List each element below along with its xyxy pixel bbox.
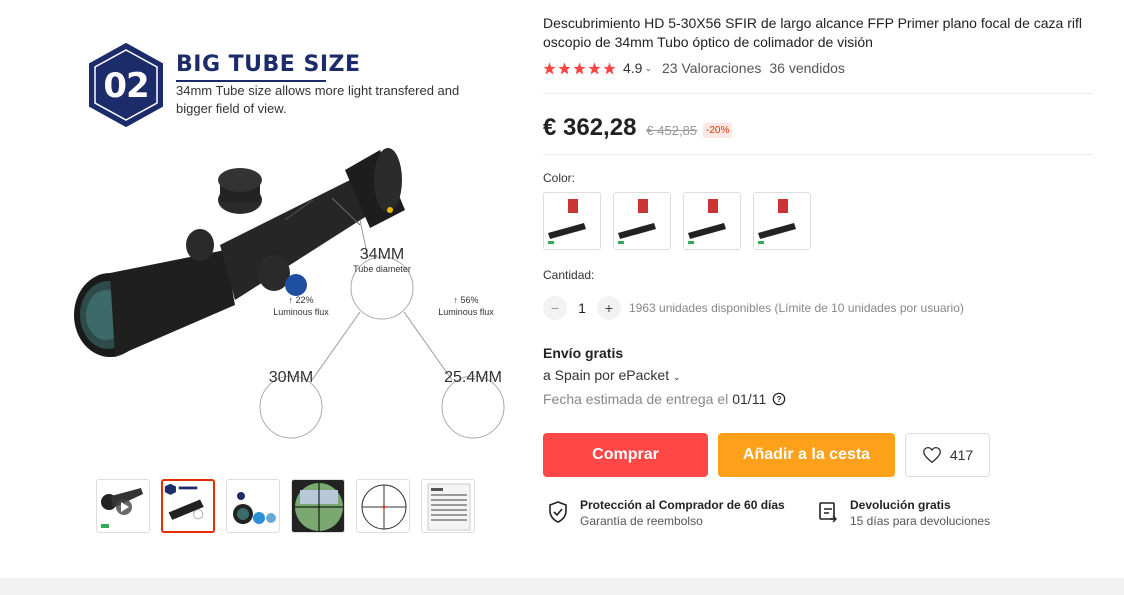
free-returns: Devolución gratis 15 días para devolucio… bbox=[816, 498, 990, 529]
protection-title: Protección al Comprador de 60 días bbox=[580, 498, 785, 512]
arrow-up-icon: ↑ bbox=[453, 295, 458, 305]
color-option[interactable] bbox=[683, 192, 741, 250]
star-icon bbox=[588, 62, 601, 74]
page-footer-band bbox=[0, 578, 1124, 595]
quantity-input[interactable]: 1 bbox=[567, 300, 597, 316]
return-box-icon bbox=[819, 502, 837, 523]
star-icon bbox=[603, 62, 616, 74]
product-info: Descubrimiento HD 5-30X56 SFIR de largo … bbox=[543, 14, 1103, 528]
delivery-date: 01/11 bbox=[732, 391, 767, 407]
original-price: € 452,85 bbox=[646, 123, 698, 138]
return-title: Devolución gratis bbox=[850, 498, 951, 512]
color-option[interactable] bbox=[543, 192, 601, 250]
divider bbox=[543, 154, 1093, 155]
quantity-label: Cantidad: bbox=[543, 268, 595, 282]
svg-text:?: ? bbox=[777, 395, 782, 404]
product-gallery: 02 BIG TUBE SIZE 34mm Tube size allows m… bbox=[50, 30, 510, 470]
color-option[interactable] bbox=[613, 192, 671, 250]
flux-right-caption: Luminous flux bbox=[438, 307, 494, 317]
main-product-image[interactable]: 02 BIG TUBE SIZE 34mm Tube size allows m… bbox=[50, 30, 510, 470]
color-label: Color: bbox=[543, 171, 576, 185]
divider bbox=[543, 93, 1093, 94]
thumbnail-optical[interactable] bbox=[226, 479, 280, 533]
delivery-label: Fecha estimada de entrega el bbox=[543, 391, 729, 407]
rating-row: 4.9 ⌄ 23 Valoraciones 36 vendidos bbox=[543, 60, 1103, 76]
tube-diameter-value: 34MM bbox=[359, 246, 405, 263]
flux-right: ↑ 56% Luminous flux bbox=[433, 294, 499, 318]
arrow-up-icon: ↑ bbox=[288, 295, 293, 305]
discount-badge: -20% bbox=[703, 123, 733, 138]
wishlist-button[interactable]: 417 bbox=[905, 433, 990, 477]
tube-diameter-label: 34MM Tube diameter bbox=[349, 246, 415, 274]
tube-diameter-caption: Tube diameter bbox=[353, 264, 411, 274]
reviews-link[interactable]: 23 Valoraciones bbox=[662, 60, 761, 76]
buy-now-button[interactable]: Comprar bbox=[543, 433, 708, 477]
stock-info: 1963 unidades disponibles (Límite de 10 … bbox=[629, 301, 964, 315]
shield-check-icon bbox=[549, 501, 567, 523]
return-subtitle: 15 días para devoluciones bbox=[850, 514, 991, 528]
promo-title: BIG TUBE SIZE bbox=[176, 52, 361, 77]
delivery-estimate: Fecha estimada de entrega el 01/11 ? bbox=[543, 391, 786, 407]
thumbnail-reticle[interactable] bbox=[356, 479, 410, 533]
thumbnail-spec-sheet[interactable] bbox=[421, 479, 475, 533]
chevron-down-icon: ⌄ bbox=[672, 372, 681, 382]
add-to-cart-button[interactable]: Añadir a la cesta bbox=[718, 433, 895, 477]
protection-subtitle: Garantía de reembolso bbox=[580, 514, 703, 528]
size-25mm-label: 25.4MM bbox=[444, 369, 502, 386]
decrease-button[interactable]: − bbox=[543, 296, 567, 320]
wishlist-count: 417 bbox=[949, 447, 974, 463]
rifle-scope-illustration bbox=[74, 148, 505, 439]
thumbnail-strip bbox=[96, 479, 475, 533]
heart-icon bbox=[922, 446, 941, 464]
flux-left-pct: 22% bbox=[295, 295, 314, 305]
quantity-stepper: − 1 + 1963 unidades disponibles (Límite … bbox=[543, 296, 964, 320]
thumbnail-video[interactable] bbox=[96, 479, 150, 533]
chevron-down-icon[interactable]: ⌄ bbox=[644, 63, 652, 74]
color-option[interactable] bbox=[753, 192, 811, 250]
flux-right-pct: 56% bbox=[460, 295, 479, 305]
flux-left: ↑ 22% Luminous flux bbox=[268, 294, 334, 318]
thumbnail-big-tube[interactable] bbox=[161, 479, 215, 533]
star-icon bbox=[558, 62, 571, 74]
size-30mm-label: 30MM bbox=[268, 369, 314, 386]
sold-count: 36 vendidos bbox=[769, 60, 845, 76]
buyer-protection: Protección al Comprador de 60 días Garan… bbox=[546, 498, 785, 529]
rating-score[interactable]: 4.9 bbox=[623, 60, 642, 76]
shipping-title: Envío gratis bbox=[543, 345, 624, 361]
shipping-destination-text: a Spain por ePacket bbox=[543, 367, 670, 383]
question-icon[interactable]: ? bbox=[772, 392, 786, 406]
product-title: Descubrimiento HD 5-30X56 SFIR de largo … bbox=[543, 15, 1082, 50]
price-row: € 362,28 € 452,85 -20% bbox=[543, 114, 733, 142]
star-rating[interactable] bbox=[543, 62, 616, 75]
star-icon bbox=[573, 62, 586, 74]
shipping-destination[interactable]: a Spain por ePacket ⌄ bbox=[543, 367, 681, 383]
color-options bbox=[543, 192, 811, 250]
increase-button[interactable]: + bbox=[597, 296, 621, 320]
current-price: € 362,28 bbox=[543, 114, 637, 141]
flux-left-caption: Luminous flux bbox=[273, 307, 329, 317]
star-icon bbox=[543, 62, 556, 74]
thumbnail-field-view[interactable] bbox=[291, 479, 345, 533]
badge-number: 02 bbox=[103, 66, 149, 106]
